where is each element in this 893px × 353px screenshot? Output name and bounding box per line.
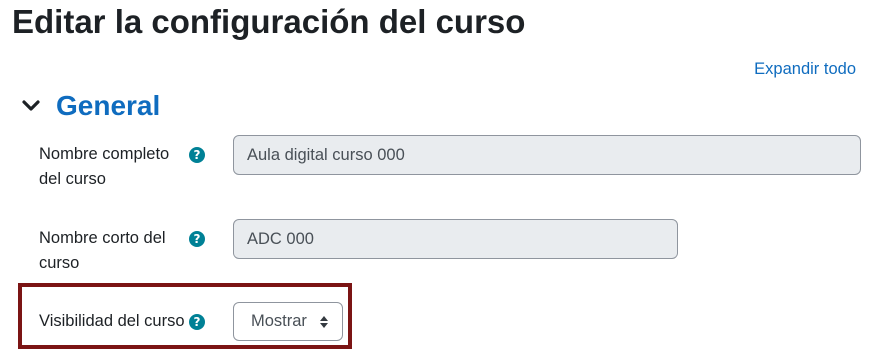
- shortname-label: Nombre corto del curso: [39, 229, 166, 272]
- visibility-selected-value: Mostrar: [251, 312, 307, 330]
- shortname-help-icon[interactable]: ?: [189, 231, 205, 247]
- fullname-input[interactable]: [233, 135, 861, 175]
- chevron-down-icon[interactable]: [20, 95, 42, 117]
- shortname-input[interactable]: [233, 219, 678, 259]
- section-title: General: [56, 90, 161, 121]
- fullname-help-icon[interactable]: ?: [189, 147, 205, 163]
- page-title: Editar la configuración del curso: [12, 3, 526, 40]
- fullname-label: Nombre completo del curso: [39, 145, 170, 188]
- visibility-label: Visibilidad del curso: [39, 312, 185, 330]
- expand-all-link[interactable]: Expandir todo: [754, 59, 856, 79]
- section-header-general[interactable]: General: [20, 88, 160, 124]
- visibility-help-icon[interactable]: ?: [189, 314, 205, 330]
- sort-arrows-icon: [319, 315, 329, 329]
- visibility-select[interactable]: Mostrar: [233, 302, 343, 341]
